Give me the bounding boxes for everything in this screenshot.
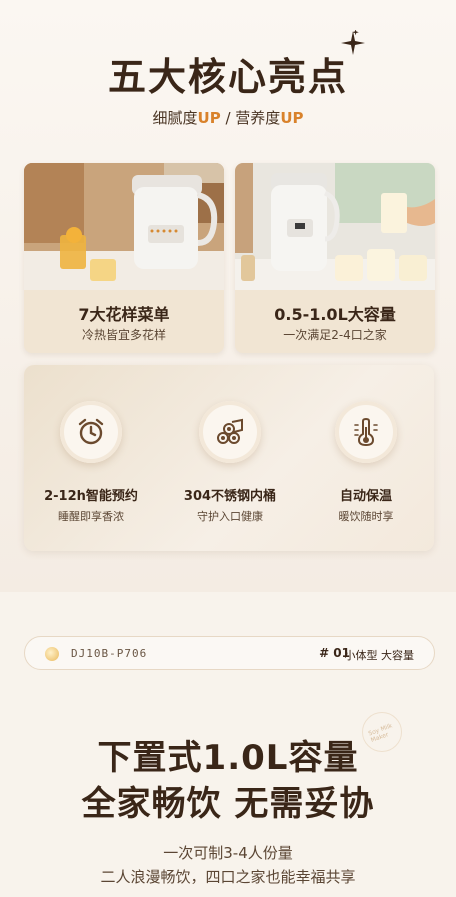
card-title: 7大花样菜单 — [78, 305, 170, 324]
soybean-icon — [45, 647, 59, 661]
feature-card-menus[interactable]: 7大花样菜单 冷热皆宜多花样 — [24, 163, 224, 353]
soymilk-glasses-photo — [235, 163, 435, 290]
feature-title: 2-12h智能预约 — [44, 489, 138, 504]
subtitle-separator: / — [220, 109, 236, 127]
capacity-headline: 下置式1.0L容量 — [97, 738, 359, 778]
feature-title: 304不锈钢内桶 — [183, 489, 277, 504]
section-tag: 小体型 大容量 — [344, 649, 415, 662]
subtitle-fineness: 细腻度 — [152, 109, 198, 127]
subtitle: 细腻度UP / 营养度UP — [0, 107, 456, 128]
capacity-subheadline: 全家畅饮 无需妥协 — [81, 784, 375, 824]
sparkle-icon — [341, 30, 365, 55]
card-description: 冷热皆宜多花样 — [81, 328, 166, 342]
card-description: 一次满足2-4口之家 — [283, 328, 387, 342]
page-title: 五大核心亮点 — [107, 55, 348, 99]
model-number: DJ10B-P706 — [71, 647, 148, 660]
capacity-line-2: 二人浪漫畅饮，四口之家也能幸福共享 — [100, 868, 356, 886]
card-title: 0.5-1.0L大容量 — [274, 305, 396, 324]
feature-badge — [60, 401, 122, 463]
features-panel: 2-12h智能预约 睡醒即享香浓 304不锈钢内桶 守护入口健康 自动保温 暖饮… — [24, 365, 434, 551]
feature-title: 自动保温 — [339, 489, 392, 504]
feature-stainless-steel[interactable]: 304不锈钢内桶 守护入口健康 — [165, 365, 295, 551]
soymilk-maker-kitchen-photo — [24, 163, 224, 290]
thermometer-icon — [354, 417, 378, 447]
feature-scheduling[interactable]: 2-12h智能预约 睡醒即享香浓 — [26, 365, 156, 551]
up-badge: UP — [197, 109, 221, 127]
steel-pipes-icon — [217, 418, 243, 444]
capacity-line-1: 一次可制3-4人份量 — [163, 844, 293, 862]
feature-badge — [199, 401, 261, 463]
feature-description: 暖饮随时享 — [338, 510, 394, 523]
alarm-clock-icon — [78, 418, 104, 445]
feature-badge — [335, 401, 397, 463]
subtitle-nutrition: 营养度 — [235, 109, 281, 127]
model-bar: DJ10B-P706 # 01 小体型 大容量 — [24, 636, 435, 670]
up-badge: UP — [280, 109, 304, 127]
feature-keep-warm[interactable]: 自动保温 暖饮随时享 — [301, 365, 431, 551]
feature-description: 睡醒即享香浓 — [58, 510, 124, 523]
feature-description: 守护入口健康 — [197, 510, 263, 523]
feature-card-capacity[interactable]: 0.5-1.0L大容量 一次满足2-4口之家 — [235, 163, 435, 353]
